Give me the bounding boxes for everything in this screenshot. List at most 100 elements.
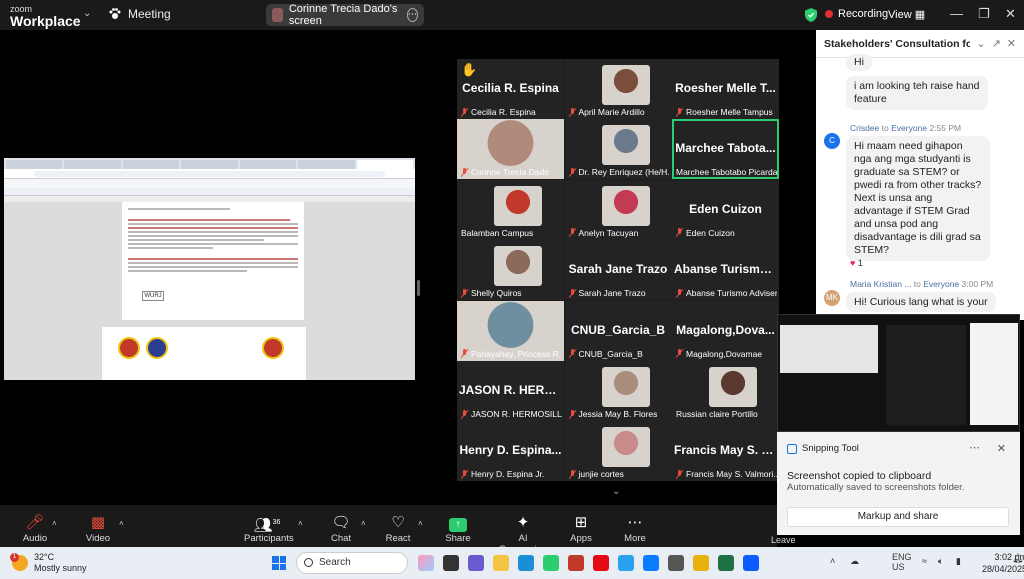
language-code: ENG [892, 552, 912, 562]
chevron-up-icon[interactable]: ˄ [361, 519, 366, 528]
chevron-up-icon[interactable]: ˄ [298, 519, 303, 528]
chat-message: Hi! Curious lang what is your [846, 292, 996, 312]
markup-and-share-button[interactable]: Markup and share [787, 507, 1009, 527]
participant-name-label: Francis May S. Valmori... [676, 469, 777, 479]
cloud-icon[interactable]: ☁ [850, 556, 859, 567]
participant-tile[interactable]: Pahayahay, Princess R... [457, 300, 564, 361]
share-button[interactable]: ↑ Share [445, 513, 471, 544]
leave-button[interactable]: Leave [771, 535, 796, 545]
participant-tile[interactable]: Russian claire Portillo [672, 361, 779, 421]
recording-indicator[interactable]: Recording [825, 8, 888, 20]
telegram-icon[interactable] [618, 555, 634, 571]
view-label: View [888, 9, 912, 21]
view-button[interactable]: View ▦ [888, 8, 925, 21]
participant-name-label: Balamban Campus [461, 228, 562, 238]
mic-muted-icon [676, 349, 683, 358]
notifications-icon[interactable]: 🔔︎ [1012, 553, 1023, 564]
audio-button[interactable]: 🎤︎ Audio [22, 513, 48, 544]
participant-display-name: Abanse Turismo... [674, 262, 777, 277]
chevron-down-icon[interactable]: ⌄ [83, 8, 91, 19]
app-icon[interactable] [468, 555, 484, 571]
zoom-icon[interactable] [743, 555, 759, 571]
snipping-app-name: Snipping Tool [802, 443, 859, 454]
excel-icon[interactable] [718, 555, 734, 571]
restore-icon[interactable]: ❐ [978, 6, 990, 22]
participant-tile[interactable]: Eden Cuizon Eden Cuizon [672, 179, 779, 240]
participants-button[interactable]: 👥︎36 Participants [244, 513, 294, 544]
participant-tile[interactable]: Abanse Turismo... Abanse Turismo Adviser [672, 240, 779, 301]
apps-button[interactable]: ⊞ Apps [568, 513, 594, 544]
participant-tile[interactable]: Sarah Jane Trazo Sarah Jane Trazo [564, 240, 672, 301]
participant-tile[interactable]: Shelly Quiros [457, 240, 564, 301]
chevron-up-icon[interactable]: ˄ [418, 519, 423, 528]
raised-hand-icon: ✋ [461, 62, 478, 77]
more-button[interactable]: ⋯ More [622, 513, 648, 544]
participant-tile[interactable]: Roesher Melle T... Roesher Melle Tampus [672, 59, 779, 119]
participant-tile[interactable]: Henry D. Espina... Henry D. Espina Jr. [457, 421, 564, 482]
notification-badge: 1 [10, 553, 19, 562]
participant-tile[interactable]: Francis May S. V... Francis May S. Valmor… [672, 421, 779, 482]
shield-icon[interactable] [805, 8, 817, 22]
video-button[interactable]: ▩ Video [85, 513, 111, 544]
app-icon[interactable] [543, 555, 559, 571]
chevron-up-icon[interactable]: ˄ [119, 519, 124, 528]
chevron-down-icon[interactable]: ⌄ [976, 37, 985, 50]
file-explorer-icon[interactable] [493, 555, 509, 571]
popout-icon[interactable]: ↗ [992, 37, 1001, 50]
screenshot-preview[interactable] [777, 314, 1020, 432]
messenger-icon[interactable] [643, 555, 659, 571]
battery-icon[interactable]: ▮ [956, 556, 961, 567]
participant-tile[interactable]: Corinne Trecia Dado [457, 119, 564, 180]
windows-start-icon[interactable] [272, 556, 286, 570]
resize-handle[interactable] [417, 280, 420, 296]
copilot-icon[interactable] [418, 555, 434, 571]
meeting-menu[interactable]: Meeting [108, 7, 171, 21]
speaker-icon[interactable]: 🔈︎ [938, 556, 943, 567]
chevron-up-icon[interactable]: ˄ [830, 556, 835, 566]
participant-tile[interactable]: Dr. Rey Enriquez (He/H... [564, 119, 672, 180]
participant-tile[interactable]: junjie cortes [564, 421, 672, 482]
avatar: MK [824, 290, 840, 306]
doc-toolbar [4, 188, 415, 196]
participant-tile[interactable]: Marchee Tabota... Marchee Tabotabo Picard… [672, 119, 779, 180]
screen-share-indicator[interactable]: Corinne Trecia Dado's screen ⋯ [266, 3, 424, 27]
chevron-up-icon[interactable]: ˄ [52, 519, 57, 528]
shared-screen[interactable]: WURJ [4, 158, 415, 380]
participant-name-label: junjie cortes [569, 469, 670, 479]
close-icon[interactable]: ✕ [1007, 37, 1016, 50]
weather-condition: Mostly sunny [34, 563, 87, 573]
date: 28/04/2025 [982, 564, 1024, 574]
netflix-icon[interactable] [593, 555, 609, 571]
app-icon[interactable] [668, 555, 684, 571]
edge-icon[interactable] [518, 555, 534, 571]
task-view-icon[interactable] [443, 555, 459, 571]
more-options-icon[interactable]: ⋯ [969, 441, 980, 454]
participant-tile[interactable]: JASON R. HERM... JASON R. HERMOSILLA [457, 361, 564, 421]
participant-tile[interactable]: Magalong,Dova... Magalong,Dovamae [672, 300, 779, 361]
sparkle-icon: ✦ [516, 514, 530, 531]
browser-address-bar [4, 169, 415, 179]
app-icon[interactable] [568, 555, 584, 571]
chevron-down-icon[interactable]: ⌄ [612, 486, 620, 497]
taskbar-search[interactable]: Search [296, 552, 408, 574]
chrome-icon[interactable] [693, 555, 709, 571]
chat-message: i am looking teh raise hand feature [846, 76, 988, 110]
close-icon[interactable]: ✕ [1005, 6, 1016, 22]
language-indicator[interactable]: ENG US [892, 552, 912, 572]
participant-tile[interactable]: Anelyn Tacuyan [564, 179, 672, 240]
minimize-icon[interactable]: — [950, 6, 963, 21]
close-icon[interactable]: ✕ [997, 442, 1006, 455]
participant-tile[interactable]: Jessia May B. Flores [564, 361, 672, 421]
chat-button[interactable]: 🗨︎ Chat [328, 513, 354, 544]
participant-tile[interactable]: Balamban Campus [457, 179, 564, 240]
wifi-icon[interactable]: ≈ [922, 556, 927, 566]
participant-tile[interactable]: April Marie Ardillo [564, 59, 672, 119]
snipping-tool-notification[interactable]: Snipping Tool ⋯ ✕ Screenshot copied to c… [777, 432, 1020, 535]
participant-tile[interactable]: ✋ Cecilia R. Espina Cecilia R. Espina [457, 59, 564, 119]
more-options-icon[interactable]: ⋯ [406, 8, 418, 22]
react-button[interactable]: ♡ React [385, 513, 411, 544]
video-off-icon: ▩ [90, 514, 106, 531]
reaction[interactable]: ♥ 1 [850, 258, 863, 268]
participant-tile[interactable]: CNUB_Garcia_B CNUB_Garcia_B [564, 300, 672, 361]
weather-widget[interactable]: 1 32°C Mostly sunny [10, 552, 87, 574]
